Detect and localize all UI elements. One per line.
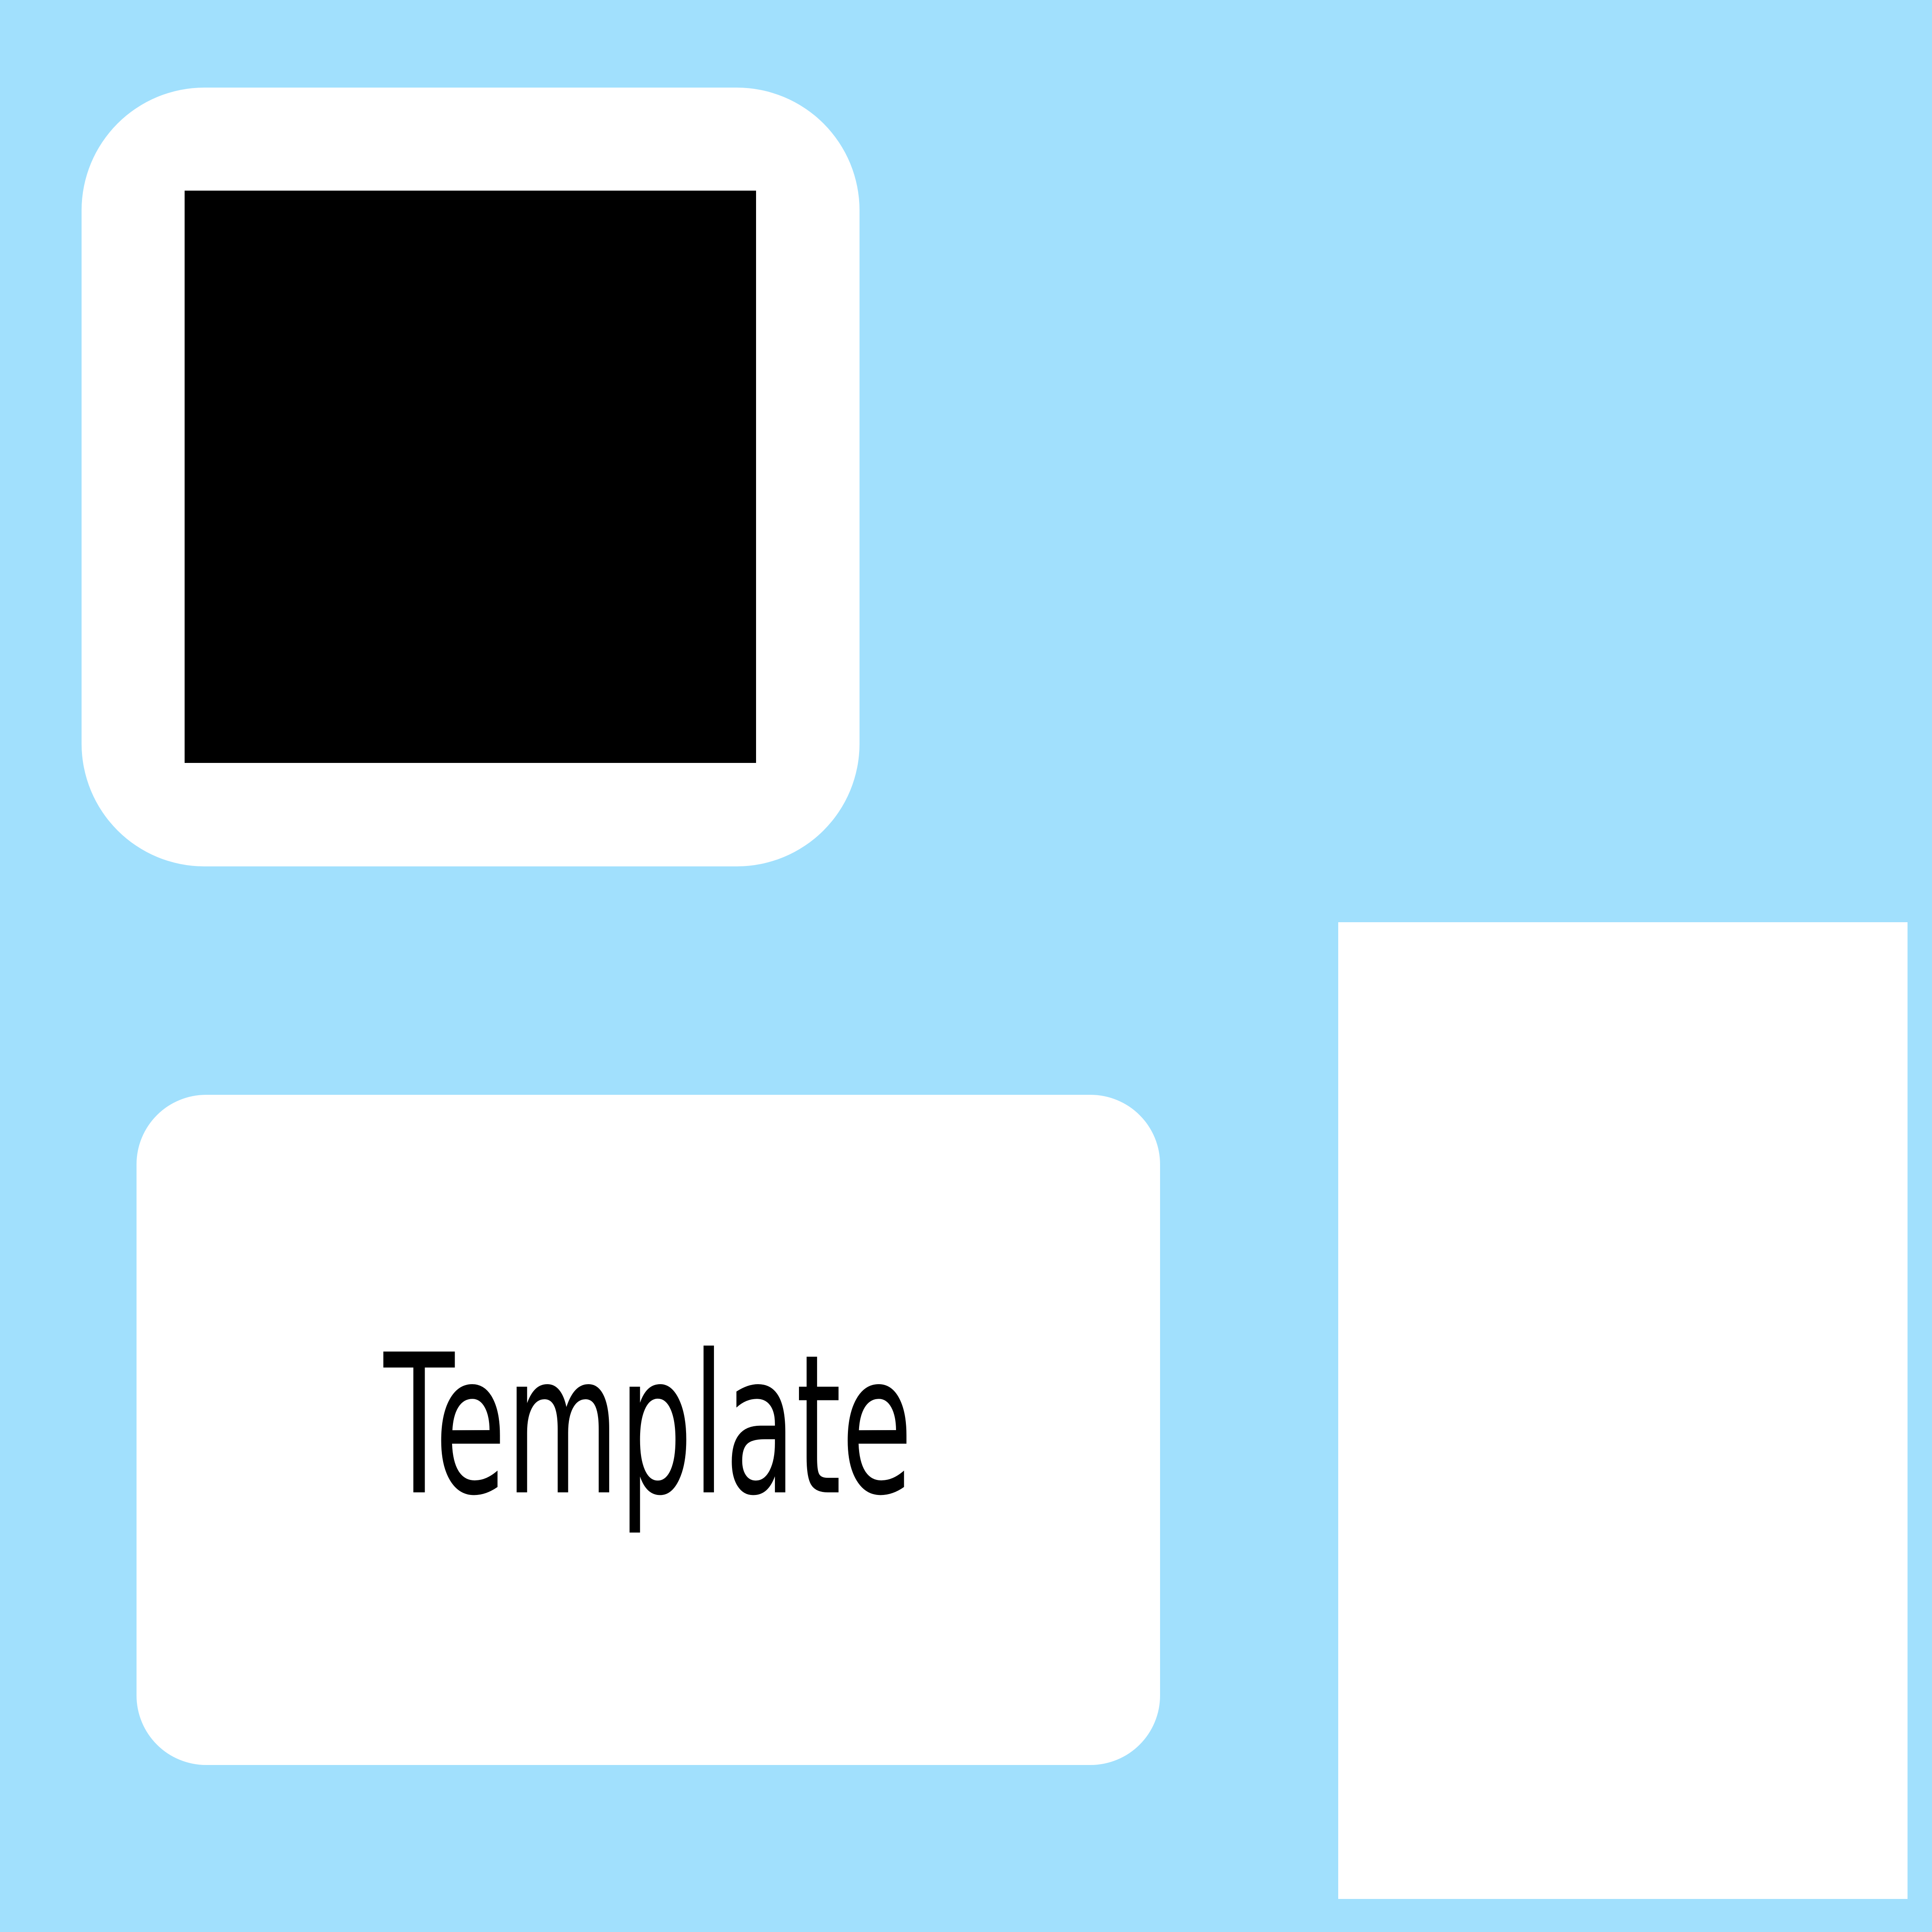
canvas-background: Template: [0, 0, 1932, 1932]
image-placeholder: [185, 191, 756, 763]
image-card: [82, 88, 860, 866]
template-card[interactable]: Template: [137, 1095, 1160, 1765]
side-panel: [1338, 922, 1908, 1899]
template-label: Template: [383, 1313, 913, 1538]
